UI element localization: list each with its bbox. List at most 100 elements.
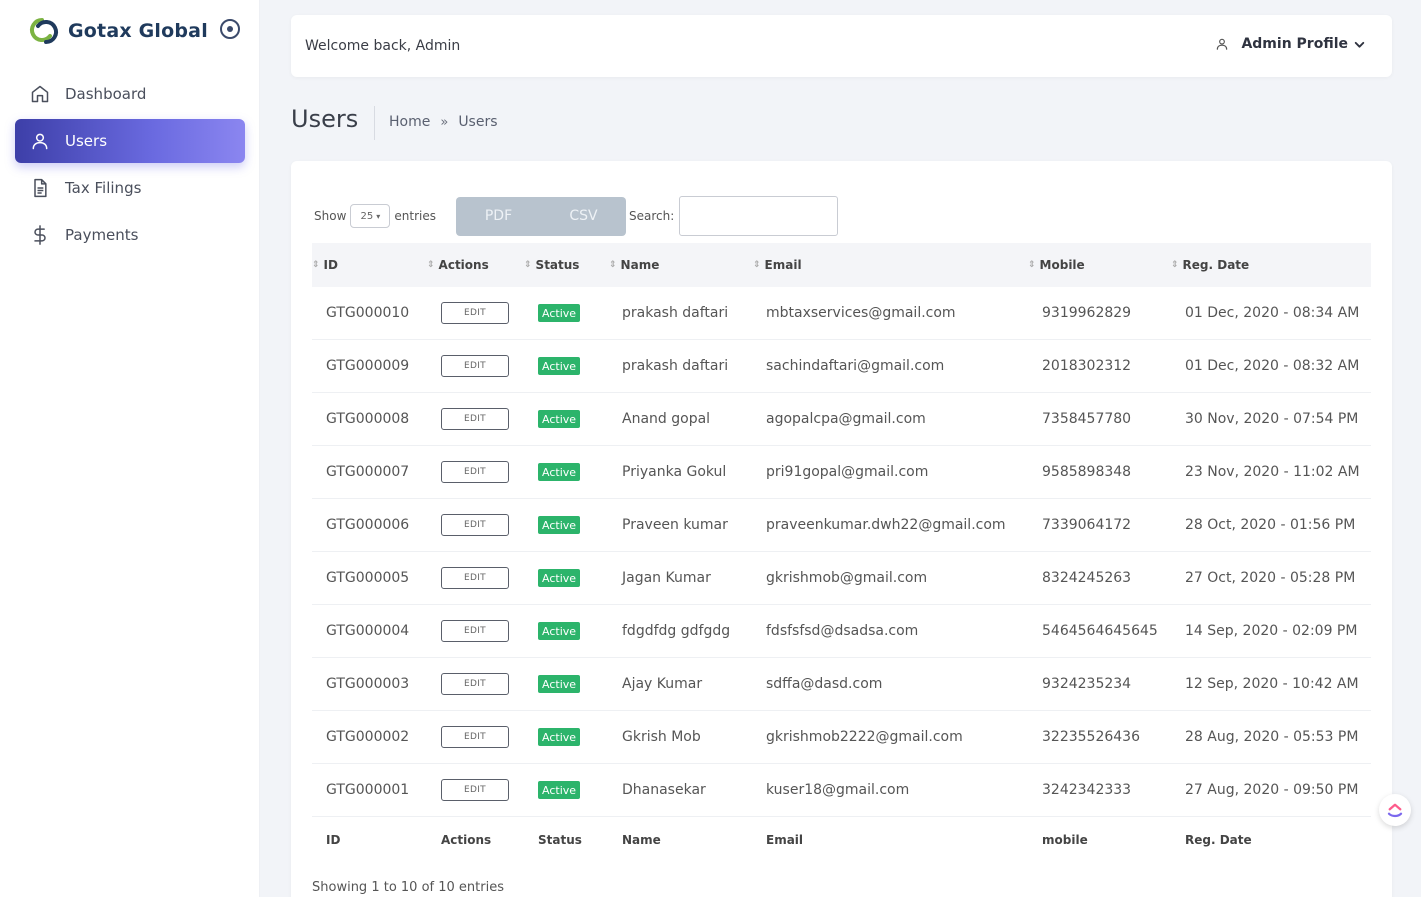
edit-button[interactable]: EDIT: [441, 567, 509, 589]
sidebar: Gotax Global Dashboard Users Tax Filings: [0, 0, 260, 897]
entries-value: 25: [360, 210, 374, 222]
column-header-status[interactable]: ⇕ Status: [524, 258, 579, 272]
column-header-label: Actions: [438, 258, 489, 272]
cell-mobile: 2018302312: [1042, 358, 1132, 374]
sidebar-item-label: Users: [65, 132, 108, 150]
sidebar-item-tax-filings[interactable]: Tax Filings: [15, 166, 245, 210]
status-badge: Active: [538, 304, 581, 322]
edit-button[interactable]: EDIT: [441, 514, 509, 536]
footer-reg-date: Reg. Date: [1185, 833, 1252, 847]
table-controls: Show 25 ▾ entries PDF CSV Search:: [314, 196, 839, 236]
csv-button[interactable]: CSV: [541, 196, 626, 236]
cell-actions: EDIT: [441, 287, 509, 339]
export-buttons: PDF CSV: [456, 196, 626, 236]
sidebar-item-label: Dashboard: [65, 85, 147, 103]
cell-mobile: 7358457780: [1042, 411, 1132, 427]
cell-email: kuser18@gmail.com: [766, 782, 910, 798]
dollar-icon: [29, 224, 51, 246]
edit-button[interactable]: EDIT: [441, 726, 509, 748]
breadcrumb: Home » Users: [389, 114, 498, 130]
table-row: GTG000001 EDIT Active Dhanasekar kuser18…: [312, 764, 1371, 817]
edit-button[interactable]: EDIT: [441, 408, 509, 430]
cell-actions: EDIT: [441, 764, 509, 816]
cell-actions: EDIT: [441, 605, 509, 657]
column-header-actions[interactable]: ⇕ Actions: [427, 258, 489, 272]
column-header-id[interactable]: ⇕ ID: [312, 258, 338, 272]
sort-icon: ⇕: [524, 259, 532, 270]
cell-status: Active: [538, 287, 581, 339]
welcome-text: Welcome back, Admin: [305, 38, 461, 54]
column-header-name[interactable]: ⇕ Name: [609, 258, 659, 272]
edit-button[interactable]: EDIT: [441, 779, 509, 801]
table-row: GTG000010 EDIT Active prakash daftari mb…: [312, 287, 1371, 340]
breadcrumb-home[interactable]: Home: [389, 114, 430, 130]
edit-button[interactable]: EDIT: [441, 302, 509, 324]
breadcrumb-current: Users: [458, 114, 498, 130]
cell-name: Ajay Kumar: [622, 676, 703, 692]
cell-id: GTG000009: [326, 358, 410, 374]
entries-select[interactable]: 25 ▾: [350, 204, 391, 228]
sort-icon: ⇕: [609, 259, 617, 270]
edit-button[interactable]: EDIT: [441, 355, 509, 377]
footer-name: Name: [622, 833, 661, 847]
column-header-label: Status: [535, 258, 580, 272]
cell-status: Active: [538, 605, 581, 657]
pdf-button[interactable]: PDF: [456, 196, 541, 236]
cell-id: GTG000007: [326, 464, 410, 480]
edit-button[interactable]: EDIT: [441, 461, 509, 483]
cell-mobile: 7339064172: [1042, 517, 1132, 533]
cell-email: sachindaftari@gmail.com: [766, 358, 945, 374]
chevron-down-icon: [1353, 38, 1366, 51]
cell-mobile: 5464564645645: [1042, 623, 1158, 639]
admin-profile-menu[interactable]: Admin Profile: [1215, 36, 1366, 52]
sort-icon: ⇕: [312, 259, 320, 270]
status-badge: Active: [538, 516, 581, 534]
cell-id: GTG000006: [326, 517, 410, 533]
sort-icon: ⇕: [1028, 259, 1036, 270]
table-body: GTG000010 EDIT Active prakash daftari mb…: [312, 287, 1371, 817]
cell-email: sdffa@dasd.com: [766, 676, 883, 692]
sidebar-item-payments[interactable]: Payments: [15, 213, 245, 257]
sidebar-item-users[interactable]: Users: [15, 119, 245, 163]
footer-mobile: mobile: [1042, 833, 1088, 847]
clickup-icon[interactable]: [1379, 794, 1411, 826]
column-header-label: Mobile: [1039, 258, 1085, 272]
table-row: GTG000007 EDIT Active Priyanka Gokul pri…: [312, 446, 1371, 499]
status-badge: Active: [538, 569, 581, 587]
column-header-label: ID: [323, 258, 338, 272]
table-info: Showing 1 to 10 of 10 entries: [312, 880, 504, 895]
sidebar-item-dashboard[interactable]: Dashboard: [15, 72, 245, 116]
cell-reg-date: 27 Aug, 2020 - 09:50 PM: [1185, 782, 1359, 798]
cell-id: GTG000005: [326, 570, 410, 586]
cell-status: Active: [538, 393, 581, 445]
cell-email: pri91gopal@gmail.com: [766, 464, 929, 480]
radio-circle-icon[interactable]: [220, 19, 240, 39]
search-input[interactable]: [679, 196, 839, 236]
cell-reg-date: 14 Sep, 2020 - 02:09 PM: [1185, 623, 1358, 639]
edit-button[interactable]: EDIT: [441, 620, 509, 642]
footer-actions: Actions: [441, 833, 492, 847]
status-badge: Active: [538, 675, 581, 693]
cell-mobile: 9585898348: [1042, 464, 1132, 480]
cell-mobile: 9324235234: [1042, 676, 1132, 692]
sidebar-item-label: Payments: [65, 226, 139, 244]
column-header-reg-date[interactable]: ⇕ Reg. Date: [1171, 258, 1249, 272]
user-icon: [1215, 37, 1229, 51]
column-header-email[interactable]: ⇕ Email: [753, 258, 802, 272]
cell-actions: EDIT: [441, 340, 509, 392]
status-badge: Active: [538, 410, 581, 428]
table-row: GTG000009 EDIT Active prakash daftari sa…: [312, 340, 1371, 393]
brand[interactable]: Gotax Global: [28, 16, 208, 46]
cell-reg-date: 30 Nov, 2020 - 07:54 PM: [1185, 411, 1359, 427]
footer-status: Status: [538, 833, 582, 847]
status-badge: Active: [538, 622, 581, 640]
cell-reg-date: 27 Oct, 2020 - 05:28 PM: [1185, 570, 1356, 586]
edit-button[interactable]: EDIT: [441, 673, 509, 695]
sort-icon: ⇕: [427, 259, 435, 270]
cell-reg-date: 01 Dec, 2020 - 08:32 AM: [1185, 358, 1360, 374]
search-label: Search:: [629, 209, 675, 223]
user-icon: [29, 130, 51, 152]
column-header-mobile[interactable]: ⇕ Mobile: [1028, 258, 1085, 272]
cell-name: Priyanka Gokul: [622, 464, 727, 480]
users-card: Show 25 ▾ entries PDF CSV Search: ⇕ ID ⇕ A…: [291, 161, 1392, 897]
